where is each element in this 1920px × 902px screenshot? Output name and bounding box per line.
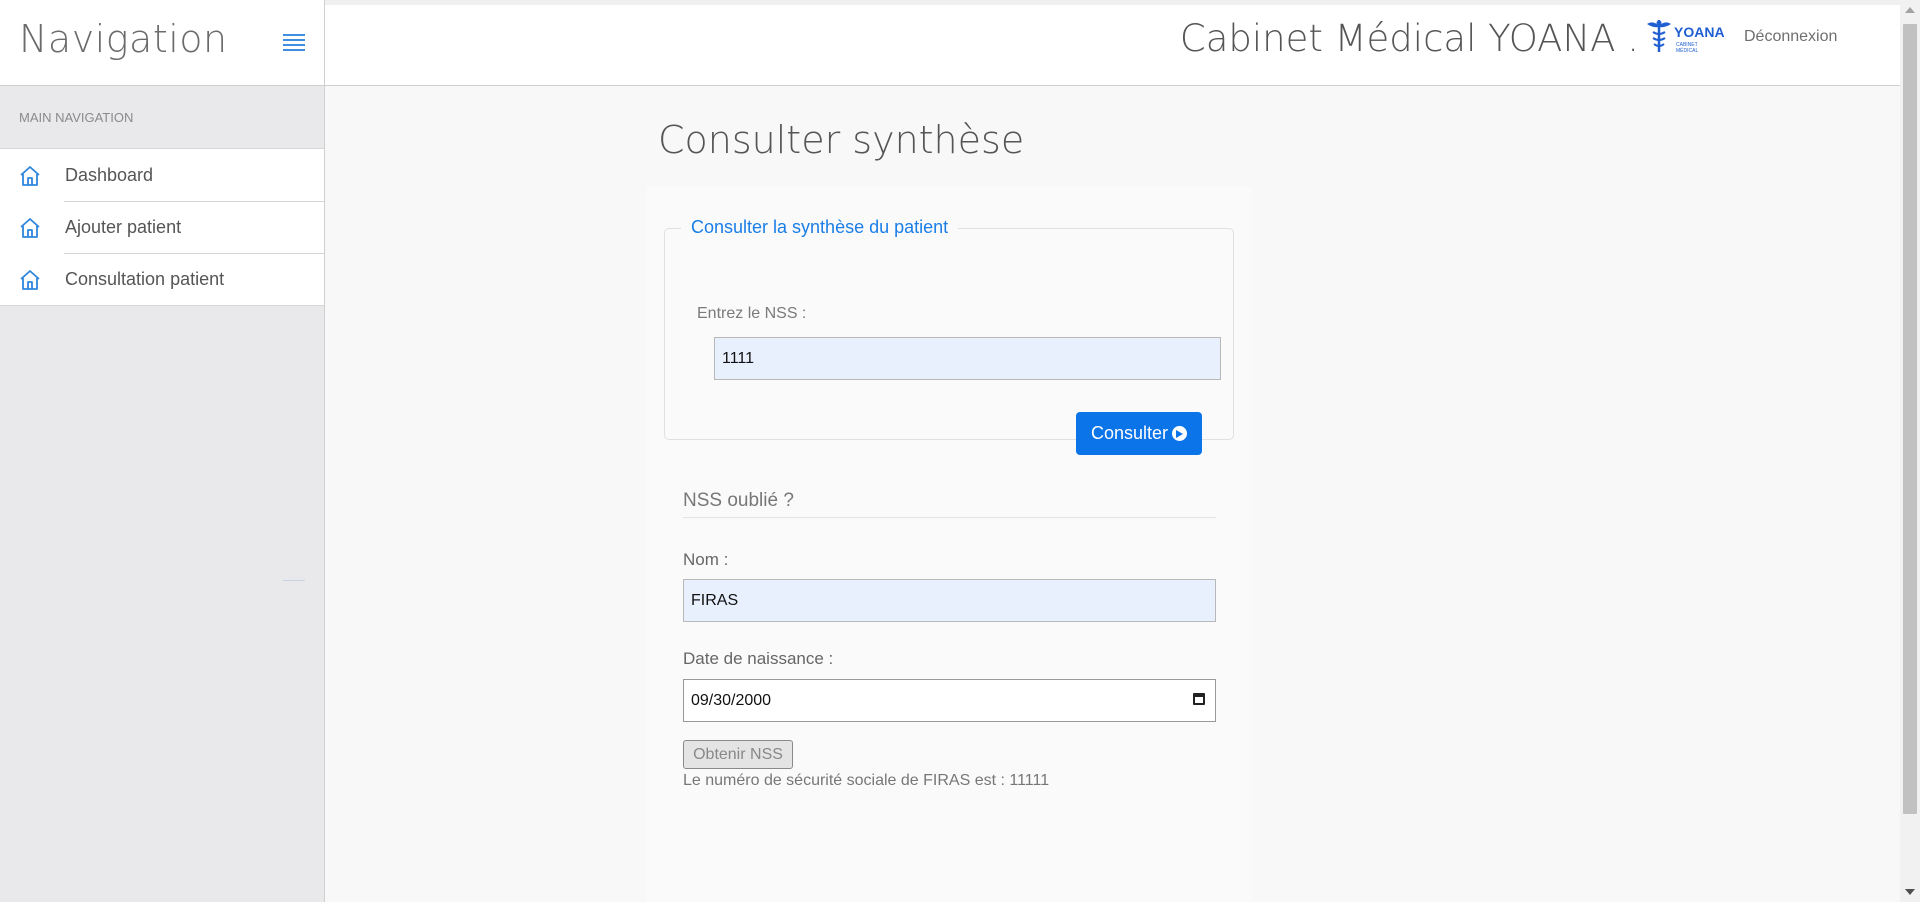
birthdate-value: 09/30/2000 — [691, 692, 772, 709]
sidebar-section-label: MAIN NAVIGATION — [0, 86, 324, 149]
nss-result-text: Le numéro de sécurité sociale de FIRAS e… — [683, 772, 1050, 789]
scrollbar[interactable] — [1900, 0, 1920, 902]
sidebar-header: Navigation — [0, 0, 324, 86]
scroll-down-icon[interactable] — [1905, 889, 1915, 895]
home-icon — [20, 218, 40, 238]
brand-title: Cabinet Médical YOANA . — [1179, 17, 1639, 60]
scroll-thumb[interactable] — [1903, 24, 1917, 814]
sidebar-item-dashboard[interactable]: Dashboard — [0, 149, 324, 201]
logo-subtext: CABINET MÉDICAL — [1676, 42, 1699, 54]
nss-forgot-title: NSS oublié ? — [683, 490, 794, 511]
sidebar-title: Navigation — [19, 17, 228, 61]
sidebar-item-label: Dashboard — [65, 165, 154, 185]
sidebar-item-label: Consultation patient — [65, 269, 225, 289]
birthdate-input[interactable]: 09/30/2000 — [683, 679, 1216, 722]
obtenir-nss-button[interactable]: Obtenir NSS — [683, 740, 793, 769]
sidebar-item-consultation-patient[interactable]: Consultation patient — [0, 253, 324, 305]
scroll-up-icon[interactable] — [1905, 7, 1915, 13]
home-icon — [20, 270, 40, 290]
page-title: Consulter synthèse — [658, 118, 1025, 162]
divider — [683, 517, 1216, 518]
sidebar: Navigation MAIN NAVIGATION Dashboard Ajo… — [0, 0, 325, 902]
nss-label: Entrez le NSS : — [697, 305, 807, 322]
nss-input[interactable]: 1111 — [714, 337, 1221, 380]
logout-link[interactable]: Déconnexion — [1744, 28, 1837, 46]
sidebar-menu: Dashboard Ajouter patient Consultation p… — [0, 149, 324, 306]
home-icon — [20, 166, 40, 186]
synthese-card: Consulter la synthèse du patient Entrez … — [646, 186, 1252, 902]
fieldset-legend: Consulter la synthèse du patient — [681, 217, 959, 238]
nom-label: Nom : — [683, 550, 729, 569]
sidebar-item-ajouter-patient[interactable]: Ajouter patient — [0, 201, 324, 253]
calendar-icon[interactable] — [1193, 693, 1205, 705]
arrow-circle-right-icon — [1172, 426, 1188, 441]
logo: YOANA CABINET MÉDICAL — [1644, 18, 1725, 54]
consulter-button-label: Consulter — [1090, 423, 1169, 443]
synthese-fieldset: Consulter la synthèse du patient Entrez … — [664, 217, 1234, 455]
divider — [283, 580, 305, 581]
logo-text: YOANA — [1674, 24, 1725, 40]
sidebar-item-label: Ajouter patient — [65, 217, 182, 237]
caduceus-icon — [1647, 20, 1671, 52]
birthdate-label: Date de naissance : — [683, 649, 834, 668]
nom-input[interactable]: FIRAS — [683, 579, 1216, 622]
header-top-border — [325, 0, 1900, 5]
consulter-button[interactable]: Consulter — [1076, 412, 1202, 455]
menu-toggle-icon[interactable] — [283, 34, 305, 51]
